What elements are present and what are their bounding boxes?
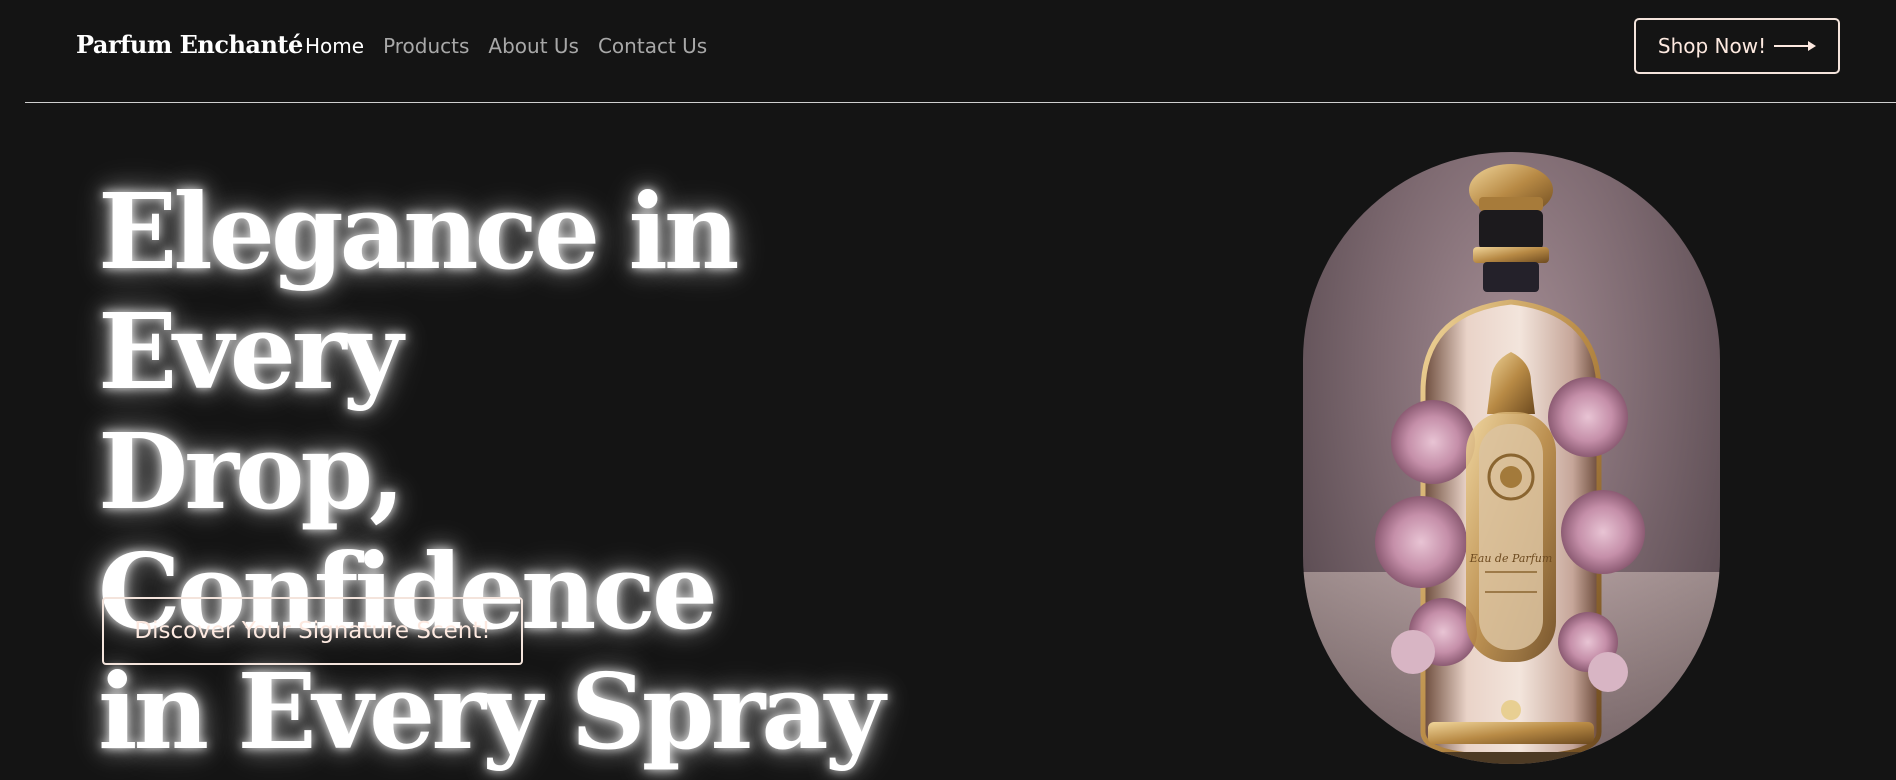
- shop-now-button[interactable]: Shop Now!: [1634, 18, 1840, 74]
- headline-line-1: Elegance in Every: [98, 170, 739, 413]
- brand-logo[interactable]: Parfum Enchanté: [76, 30, 303, 59]
- discover-signature-scent-button[interactable]: Discover Your Signature Scent!: [102, 597, 523, 665]
- headline-line-3: in Every Spray: [98, 650, 885, 773]
- perfume-bottle-illustration: Eau de Parfum: [1303, 164, 1720, 764]
- shop-now-label: Shop Now!: [1657, 34, 1767, 58]
- bottle-label-text: Eau de Parfum: [1469, 552, 1553, 565]
- nav-contact-us[interactable]: Contact Us: [598, 34, 707, 58]
- hero-headline: Elegance in Every Drop, Confidence in Ev…: [98, 172, 958, 772]
- main-nav: Home Products About Us Contact Us: [305, 34, 707, 58]
- nav-products[interactable]: Products: [383, 34, 469, 58]
- arrow-right-icon: [1774, 40, 1817, 52]
- perfume-bottle-image: Eau de Parfum: [1303, 152, 1720, 764]
- nav-home[interactable]: Home: [305, 34, 364, 58]
- header-divider: [25, 102, 1896, 103]
- nav-about-us[interactable]: About Us: [488, 34, 579, 58]
